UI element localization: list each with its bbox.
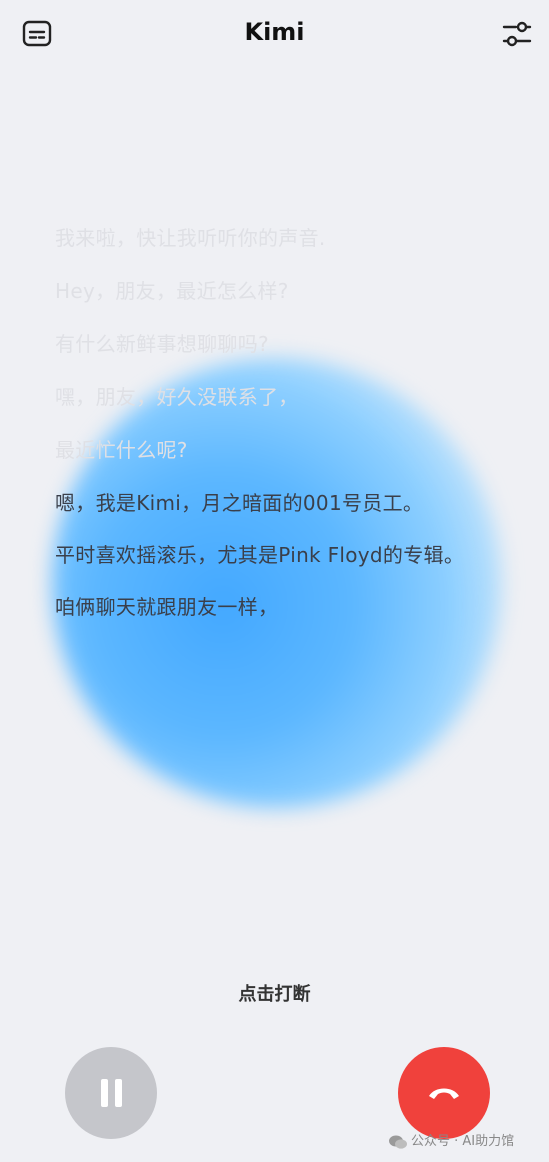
wechat-icon: [389, 1135, 407, 1149]
page-title: Kimi: [244, 18, 305, 46]
transcript-line-past: Hey，朋友，最近怎么样?: [55, 279, 289, 303]
transcript-line-past: 有什么新鲜事想聊聊吗?: [55, 332, 269, 356]
transcript-line-current: 平时喜欢摇滚乐，尤其是Pink Floyd的专辑。: [55, 543, 465, 567]
transcript-line-past: 嘿，朋友，好久没联系了，: [55, 385, 299, 409]
transcript-line-past: 我来啦，快让我听听你的声音.: [55, 226, 326, 250]
hang-up-icon: [429, 1088, 459, 1099]
transcript-line-current: 嗯，我是Kimi，月之暗面的001号员工。: [55, 491, 424, 515]
interrupt-button[interactable]: 点击打断: [0, 980, 549, 1006]
top-bar: Kimi: [0, 0, 549, 70]
transcript-line-past: 最近忙什么呢?: [55, 438, 188, 462]
watermark: 公众号 · AI助力馆: [388, 1130, 514, 1150]
transcript-line-current: 咱俩聊天就跟朋友一样，: [55, 595, 279, 619]
hang-up-button[interactable]: [398, 1047, 490, 1139]
watermark-text: 公众号 · AI助力馆: [411, 1134, 515, 1149]
transcript: 我来啦，快让我听听你的声音. Hey，朋友，最近怎么样? 有什么新鲜事想聊聊吗?…: [55, 223, 495, 644]
sliders-icon[interactable]: [501, 18, 533, 50]
pause-button[interactable]: [65, 1047, 157, 1139]
